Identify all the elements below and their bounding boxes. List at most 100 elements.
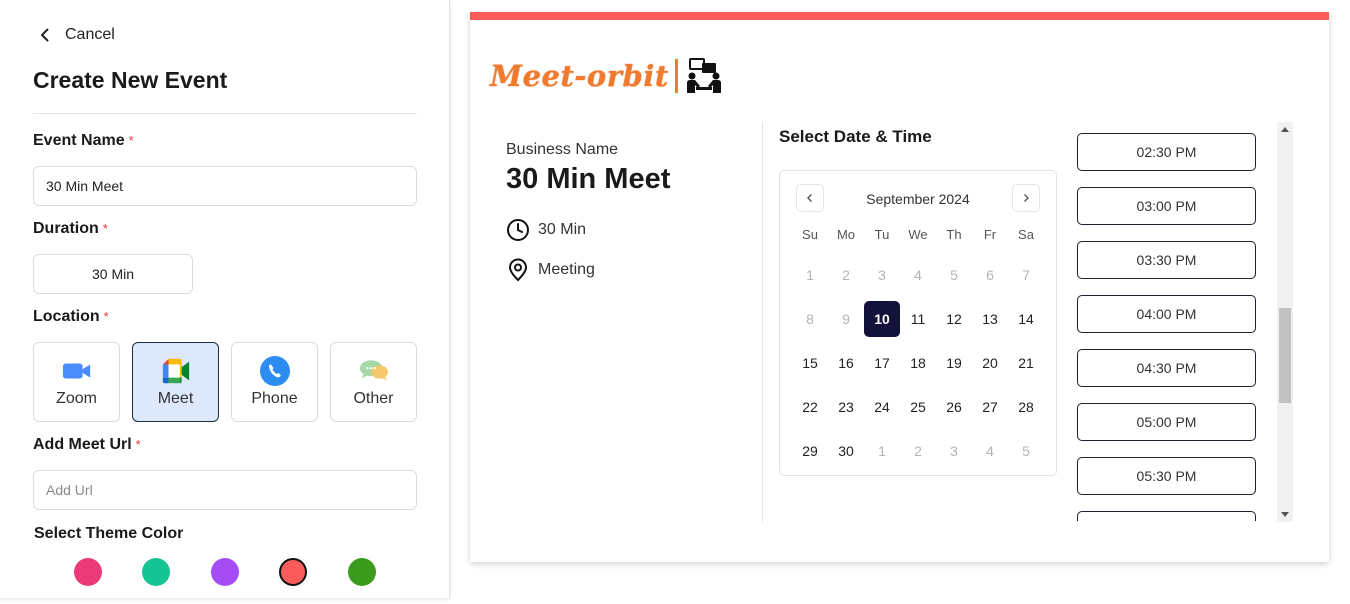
weekday-label: Fr bbox=[983, 227, 997, 242]
scroll-up-arrow-icon[interactable] bbox=[1277, 122, 1293, 136]
time-slot-button[interactable]: 04:30 PM bbox=[1077, 349, 1256, 387]
theme-accent-bar bbox=[470, 12, 1329, 20]
calendar-day[interactable]: 15 bbox=[792, 345, 828, 381]
calendar-day[interactable]: 22 bbox=[792, 389, 828, 425]
event-name-label: Event Name * bbox=[33, 132, 134, 149]
calendar-day[interactable]: 14 bbox=[1008, 301, 1044, 337]
calendar-day[interactable]: 25 bbox=[900, 389, 936, 425]
calendar-week: 22 23 24 25 26 27 28 bbox=[792, 385, 1044, 429]
meet-orbit-logo: Meet-orbit bbox=[490, 58, 722, 94]
logo-text: Meet-orbit bbox=[490, 59, 669, 93]
location-pin-icon bbox=[508, 258, 528, 282]
calendar-day[interactable]: 11 bbox=[900, 301, 936, 337]
event-duration: 30 Min bbox=[506, 218, 586, 242]
calendar-day[interactable]: 16 bbox=[828, 345, 864, 381]
logo-separator bbox=[674, 59, 678, 93]
location-label: Location * bbox=[33, 308, 109, 325]
calendar-day[interactable]: 21 bbox=[1008, 345, 1044, 381]
theme-color-label: Select Theme Color bbox=[34, 525, 184, 542]
weekday-label: Su bbox=[802, 227, 818, 242]
calendar-day[interactable]: 17 bbox=[864, 345, 900, 381]
location-option-meet[interactable]: Meet bbox=[132, 342, 219, 422]
calendar-day[interactable]: 23 bbox=[828, 389, 864, 425]
calendar-day[interactable]: 20 bbox=[972, 345, 1008, 381]
theme-swatch-dark-green[interactable] bbox=[348, 558, 376, 586]
create-event-panel: Cancel Create New Event Event Name* Dura… bbox=[0, 0, 450, 598]
calendar-week: 8 9 10 11 12 13 14 bbox=[792, 297, 1044, 341]
location-option-label: Other bbox=[353, 390, 394, 407]
duration-label: Duration * bbox=[33, 220, 108, 237]
time-slot-button[interactable]: 02:30 PM bbox=[1077, 133, 1256, 171]
time-slot-button[interactable]: 05:30 PM bbox=[1077, 457, 1256, 495]
time-slot-button[interactable] bbox=[1077, 511, 1256, 521]
scroll-down-arrow-icon[interactable] bbox=[1277, 508, 1293, 522]
cancel-button[interactable]: Cancel bbox=[37, 26, 115, 44]
calendar-day: 3 bbox=[878, 267, 886, 283]
calendar-day[interactable]: 19 bbox=[936, 345, 972, 381]
calendar-day: 5 bbox=[950, 267, 958, 283]
calendar-day[interactable]: 30 bbox=[828, 433, 864, 469]
calendar-day[interactable]: 24 bbox=[864, 389, 900, 425]
calendar-week: 1 2 3 4 5 6 7 bbox=[792, 253, 1044, 297]
location-option-other[interactable]: Other bbox=[330, 342, 417, 422]
duration-select[interactable]: 30 Min bbox=[33, 254, 193, 294]
weekday-label: Th bbox=[946, 227, 962, 242]
calendar-weekdays: Su Mo Tu We Th Fr Sa bbox=[792, 227, 1044, 242]
theme-swatch-pink[interactable] bbox=[74, 558, 102, 586]
calendar-day: 8 bbox=[806, 311, 814, 327]
location-option-label: Zoom bbox=[56, 390, 97, 407]
booking-preview-card: Meet-orbit Business Name 30 Min Meet 30 … bbox=[470, 12, 1329, 562]
duration-value: 30 Min bbox=[91, 266, 135, 282]
calendar-day[interactable]: 28 bbox=[1008, 389, 1044, 425]
calendar-day: 6 bbox=[986, 267, 994, 283]
business-name: Business Name bbox=[506, 141, 619, 158]
clock-icon bbox=[507, 219, 529, 241]
meet-url-label: Add Meet Url * bbox=[33, 436, 141, 453]
event-location: Meeting bbox=[506, 258, 595, 282]
theme-swatch-green[interactable] bbox=[142, 558, 170, 586]
location-option-label: Phone bbox=[251, 390, 298, 407]
calendar-day: 7 bbox=[1022, 267, 1030, 283]
location-option-phone[interactable]: Phone bbox=[231, 342, 318, 422]
calendar-day[interactable]: 26 bbox=[936, 389, 972, 425]
time-slot-button[interactable]: 03:00 PM bbox=[1077, 187, 1256, 225]
calendar-week: 29 30 1 2 3 4 5 bbox=[792, 429, 1044, 473]
chevron-right-icon bbox=[1024, 194, 1029, 202]
weekday-label: Mo bbox=[836, 227, 856, 242]
time-slot-scrollbar[interactable] bbox=[1277, 122, 1293, 522]
calendar: September 2024 Su Mo Tu We Th Fr Sa 1 2 … bbox=[779, 170, 1057, 476]
calendar-day: 4 bbox=[986, 443, 994, 459]
theme-swatch-purple[interactable] bbox=[211, 558, 239, 586]
scrollbar-thumb[interactable] bbox=[1279, 308, 1291, 403]
theme-swatch-red[interactable] bbox=[279, 558, 307, 586]
required-mark: * bbox=[135, 437, 141, 452]
calendar-day[interactable]: 18 bbox=[900, 345, 936, 381]
zoom-camera-icon bbox=[62, 356, 92, 386]
calendar-day[interactable]: 27 bbox=[972, 389, 1008, 425]
meet-url-input[interactable] bbox=[33, 470, 417, 510]
people-meeting-icon bbox=[686, 58, 721, 93]
location-option-label: Meet bbox=[157, 390, 194, 407]
time-slot-button[interactable]: 04:00 PM bbox=[1077, 295, 1256, 333]
time-slot-list: 02:30 PM 03:00 PM 03:30 PM 04:00 PM 04:3… bbox=[1077, 133, 1257, 521]
time-slot-button[interactable]: 03:30 PM bbox=[1077, 241, 1256, 279]
calendar-day[interactable]: 13 bbox=[972, 301, 1008, 337]
event-title: 30 Min Meet bbox=[506, 163, 671, 195]
required-mark: * bbox=[128, 133, 134, 148]
calendar-day: 3 bbox=[950, 443, 958, 459]
event-name-input[interactable] bbox=[33, 166, 417, 206]
calendar-day: 2 bbox=[914, 443, 922, 459]
calendar-day: 9 bbox=[842, 311, 850, 327]
chat-bubbles-icon bbox=[359, 356, 389, 386]
phone-icon bbox=[259, 356, 290, 386]
required-mark: * bbox=[102, 221, 108, 236]
time-slot-button[interactable]: 05:00 PM bbox=[1077, 403, 1256, 441]
calendar-day-selected[interactable]: 10 bbox=[864, 301, 900, 337]
calendar-day[interactable]: 29 bbox=[792, 433, 828, 469]
calendar-day[interactable]: 12 bbox=[936, 301, 972, 337]
location-option-zoom[interactable]: Zoom bbox=[33, 342, 120, 422]
next-month-button[interactable] bbox=[1012, 184, 1040, 212]
calendar-grid: 1 2 3 4 5 6 7 8 9 10 11 12 13 14 15 16 1… bbox=[792, 253, 1044, 473]
calendar-day: 4 bbox=[914, 267, 922, 283]
google-meet-icon bbox=[161, 356, 191, 386]
